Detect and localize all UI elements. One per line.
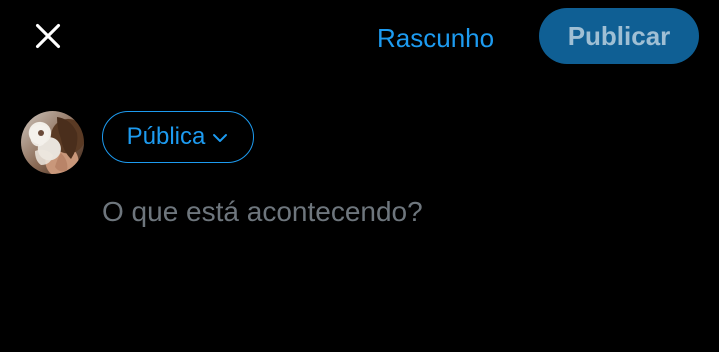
publish-button[interactable]: Publicar (539, 8, 699, 64)
user-avatar-icon (29, 117, 78, 172)
audience-selector[interactable]: Pública (102, 111, 254, 163)
compose-header: Rascunho Publicar (0, 0, 719, 72)
close-button[interactable] (28, 16, 68, 56)
compose-input[interactable] (102, 190, 682, 234)
close-icon (35, 23, 61, 49)
audience-label: Pública (126, 123, 206, 150)
draft-button[interactable]: Rascunho (377, 20, 494, 56)
chevron-down-icon (213, 134, 228, 142)
avatar[interactable] (21, 111, 84, 174)
